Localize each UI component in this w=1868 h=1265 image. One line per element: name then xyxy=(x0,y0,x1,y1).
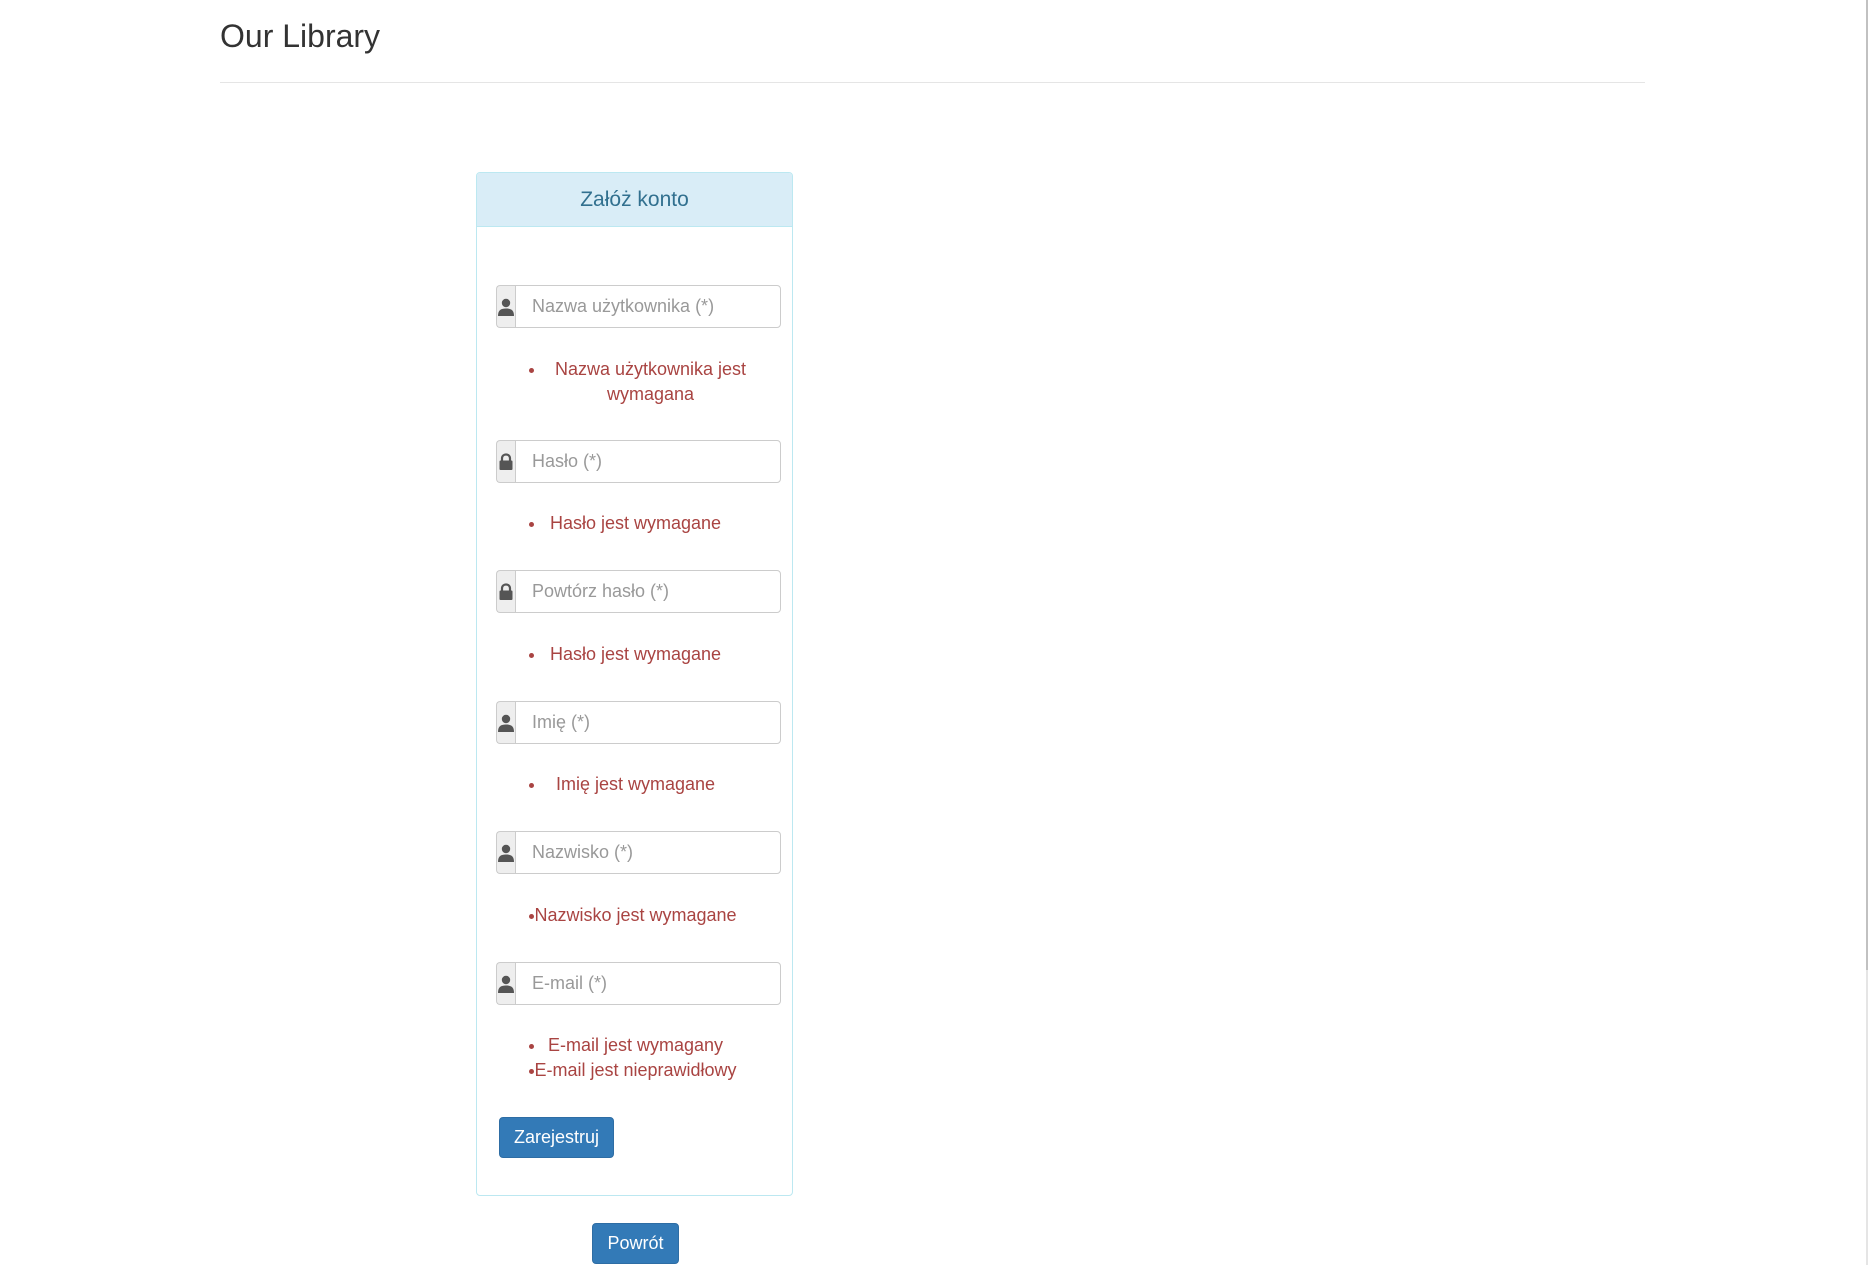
panel-heading: Załóż konto xyxy=(477,173,792,227)
email-errors: E-mail jest wymagany E-mail jest niepraw… xyxy=(496,1033,775,1083)
last-name-errors: Nazwisko jest wymagane xyxy=(496,903,775,928)
register-button[interactable]: Zarejestruj xyxy=(499,1117,614,1158)
password-errors: Hasło jest wymagane xyxy=(496,511,775,536)
error-message: E-mail jest nieprawidłowy xyxy=(496,1058,775,1083)
title-divider xyxy=(220,82,1645,83)
page-title: Our Library xyxy=(220,18,381,54)
password-field xyxy=(496,440,781,483)
error-message: Hasło jest wymagane xyxy=(496,511,775,536)
error-message: Hasło jest wymagane xyxy=(496,642,775,667)
back-button[interactable]: Powrót xyxy=(592,1223,679,1264)
error-message: E-mail jest wymagany xyxy=(496,1033,775,1058)
lock-icon xyxy=(496,570,515,613)
register-panel: Załóż konto Nazwa użytkownika jest wymag… xyxy=(476,172,793,1196)
user-icon xyxy=(496,831,515,874)
user-icon xyxy=(496,701,515,744)
email-field xyxy=(496,962,781,1005)
repeat-password-errors: Hasło jest wymagane xyxy=(496,642,775,667)
password-input[interactable] xyxy=(515,440,781,483)
first-name-input[interactable] xyxy=(515,701,781,744)
first-name-field xyxy=(496,701,781,744)
repeat-password-input[interactable] xyxy=(515,570,781,613)
username-input[interactable] xyxy=(515,285,781,328)
repeat-password-field xyxy=(496,570,781,613)
email-input[interactable] xyxy=(515,962,781,1005)
username-errors: Nazwa użytkownika jest wymagana xyxy=(496,357,775,407)
last-name-field xyxy=(496,831,781,874)
last-name-input[interactable] xyxy=(515,831,781,874)
user-icon xyxy=(496,962,515,1005)
error-message: Imię jest wymagane xyxy=(496,772,775,797)
lock-icon xyxy=(496,440,515,483)
user-icon xyxy=(496,285,515,328)
first-name-errors: Imię jest wymagane xyxy=(496,772,775,797)
error-message: Nazwa użytkownika jest wymagana xyxy=(496,357,775,407)
username-field xyxy=(496,285,781,328)
error-message: Nazwisko jest wymagane xyxy=(496,903,775,928)
